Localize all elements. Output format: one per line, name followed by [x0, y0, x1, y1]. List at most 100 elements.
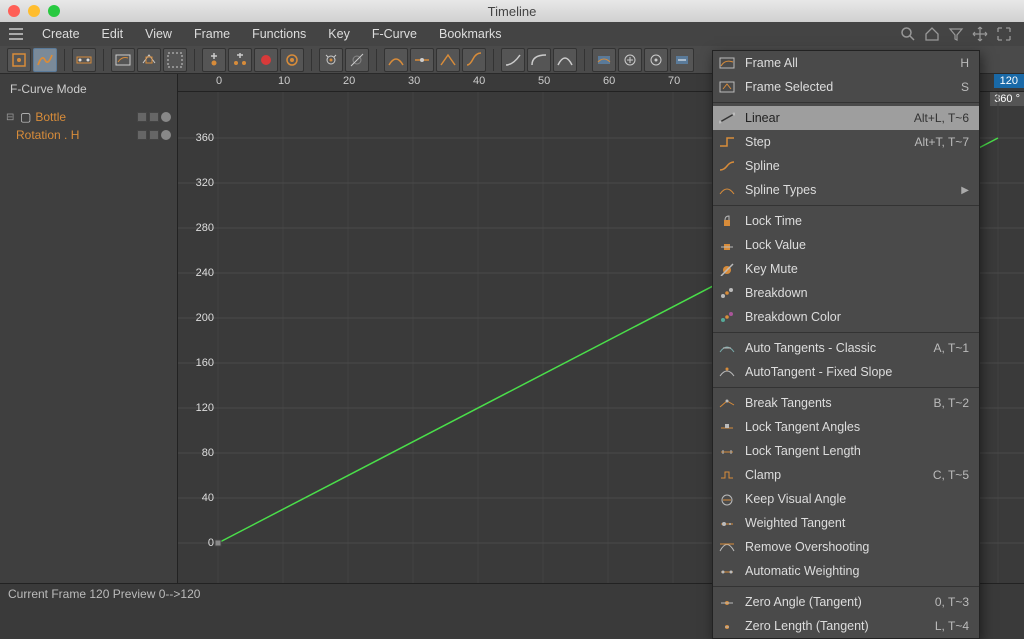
menu-key[interactable]: Key	[318, 23, 360, 45]
tool-fcurve[interactable]	[33, 48, 57, 72]
tree-row-track[interactable]: Rotation . H	[2, 126, 175, 144]
dropdown-item-step[interactable]: StepAlt+T, T~7	[713, 130, 979, 154]
dropdown-shortcut: L, T~4	[935, 619, 969, 633]
tool-region-4[interactable]	[670, 48, 694, 72]
mode-label: F-Curve Mode	[0, 74, 177, 104]
ruler-tick: 10	[278, 75, 290, 87]
dropdown-item-zero-angle[interactable]: Zero Angle (Tangent)0, T~3	[713, 590, 979, 614]
close-button[interactable]	[8, 5, 20, 17]
dropdown-item-breakdown-color[interactable]: Breakdown Color	[713, 305, 979, 329]
menu-bookmarks[interactable]: Bookmarks	[429, 23, 512, 45]
dropdown-item-key-mute[interactable]: Key Mute	[713, 257, 979, 281]
minimize-button[interactable]	[28, 5, 40, 17]
tool-record[interactable]	[254, 48, 278, 72]
tool-frame-all[interactable]	[111, 48, 135, 72]
tool-frame-range[interactable]	[163, 48, 187, 72]
filter-icon[interactable]	[948, 26, 964, 42]
dropdown-item-auto-tangent-fixed[interactable]: AutoTangent - Fixed Slope	[713, 360, 979, 384]
tool-tangent-4[interactable]	[462, 48, 486, 72]
dropdown-item-frame-selected[interactable]: Frame SelectedS	[713, 75, 979, 99]
ylabel: 240	[196, 267, 214, 279]
move-icon[interactable]	[972, 26, 988, 42]
dropdown-item-label: Weighted Tangent	[745, 516, 969, 530]
ylabel: 0	[208, 537, 214, 549]
dropdown-item-lock-time[interactable]: Lock Time	[713, 209, 979, 233]
ylabel: 40	[202, 492, 214, 504]
menu-frame[interactable]: Frame	[184, 23, 240, 45]
tool-add-key[interactable]	[202, 48, 226, 72]
tool-tangent-2[interactable]	[410, 48, 434, 72]
object-name: Bottle	[35, 110, 133, 124]
zoom-button[interactable]	[48, 5, 60, 17]
menu-edit[interactable]: Edit	[92, 23, 134, 45]
ylabel: 160	[196, 357, 214, 369]
vis-dot[interactable]	[161, 112, 171, 122]
expand-icon[interactable]	[996, 26, 1012, 42]
track-toggle-1[interactable]	[137, 130, 147, 140]
dropdown-item-label: Frame All	[745, 56, 952, 70]
tool-curve-3[interactable]	[553, 48, 577, 72]
dropdown-item-spline[interactable]: Spline	[713, 154, 979, 178]
dropdown-shortcut: A, T~1	[934, 341, 969, 355]
dropdown-shortcut: B, T~2	[934, 396, 969, 410]
tool-tangent-3[interactable]	[436, 48, 460, 72]
dropdown-item-auto-weight[interactable]: Automatic Weighting	[713, 559, 979, 583]
dropdown-item-label: Frame Selected	[745, 80, 953, 94]
tool-motion[interactable]	[72, 48, 96, 72]
dropdown-item-label: Breakdown	[745, 286, 969, 300]
dropdown-item-lock-value[interactable]: Lock Value	[713, 233, 979, 257]
tool-region-3[interactable]	[644, 48, 668, 72]
dropdown-item-keep-visual-angle[interactable]: Keep Visual Angle	[713, 487, 979, 511]
expand-icon[interactable]: ⊟	[6, 112, 16, 123]
menu-create[interactable]: Create	[32, 23, 90, 45]
home-icon[interactable]	[924, 26, 940, 42]
submenu-arrow-icon: ▶	[961, 185, 969, 196]
frame-selected-icon	[717, 78, 737, 96]
tool-snap-on[interactable]	[319, 48, 343, 72]
menu-functions[interactable]: Functions	[242, 23, 316, 45]
dropdown-item-remove-overshoot[interactable]: Remove Overshooting	[713, 535, 979, 559]
tool-curve-2[interactable]	[527, 48, 551, 72]
dropdown-item-label: Zero Angle (Tangent)	[745, 595, 927, 609]
status-text: Current Frame 120 Preview 0-->120	[8, 587, 200, 601]
frame-all-icon	[717, 54, 737, 72]
menu-view[interactable]: View	[135, 23, 182, 45]
tool-autokey[interactable]	[280, 48, 304, 72]
dropdown-item-linear[interactable]: LinearAlt+L, T~6	[713, 106, 979, 130]
tool-add-keys[interactable]	[228, 48, 252, 72]
key-mute-icon	[717, 260, 737, 278]
tool-dopesheet[interactable]	[7, 48, 31, 72]
hamburger-icon[interactable]	[6, 24, 26, 44]
dropdown-item-spline-types[interactable]: Spline Types▶	[713, 178, 979, 202]
dropdown-item-zero-length[interactable]: Zero Length (Tangent)L, T~4	[713, 614, 979, 638]
dropdown-item-break-tangents[interactable]: Break TangentsB, T~2	[713, 391, 979, 415]
keyframe-0[interactable]	[215, 540, 221, 546]
menu-fcurve[interactable]: F-Curve	[362, 23, 427, 45]
dropdown-item-weighted-tangent[interactable]: Weighted Tangent	[713, 511, 979, 535]
tool-curve-1[interactable]	[501, 48, 525, 72]
dropdown-item-lock-tangent-length[interactable]: Lock Tangent Length	[713, 439, 979, 463]
search-icon[interactable]	[900, 26, 916, 42]
tool-region-1[interactable]	[592, 48, 616, 72]
dropdown-shortcut: Alt+L, T~6	[914, 111, 969, 125]
tool-snap-off[interactable]	[345, 48, 369, 72]
dropdown-item-clamp[interactable]: ClampC, T~5	[713, 463, 979, 487]
ylabel: 320	[196, 177, 214, 189]
track-toggle-2[interactable]	[149, 130, 159, 140]
dropdown-item-frame-all[interactable]: Frame AllH	[713, 51, 979, 75]
track-dot[interactable]	[161, 130, 171, 140]
tool-region-2[interactable]	[618, 48, 642, 72]
dropdown-separator	[713, 205, 979, 206]
dropdown-item-lock-tangent-angles[interactable]: Lock Tangent Angles	[713, 415, 979, 439]
tree-row-object[interactable]: ⊟ ▢ Bottle	[2, 108, 175, 126]
vis-toggle-1[interactable]	[137, 112, 147, 122]
current-frame-badge: 120	[994, 74, 1024, 88]
dropdown-item-breakdown[interactable]: Breakdown	[713, 281, 979, 305]
tool-frame-sel[interactable]	[137, 48, 161, 72]
dropdown-shortcut: Alt+T, T~7	[915, 135, 969, 149]
dropdown-item-auto-tangent-classic[interactable]: Auto Tangents - ClassicA, T~1	[713, 336, 979, 360]
ruler-tick: 30	[408, 75, 420, 87]
tool-tangent-1[interactable]	[384, 48, 408, 72]
vis-toggle-2[interactable]	[149, 112, 159, 122]
ylabel: 280	[196, 222, 214, 234]
